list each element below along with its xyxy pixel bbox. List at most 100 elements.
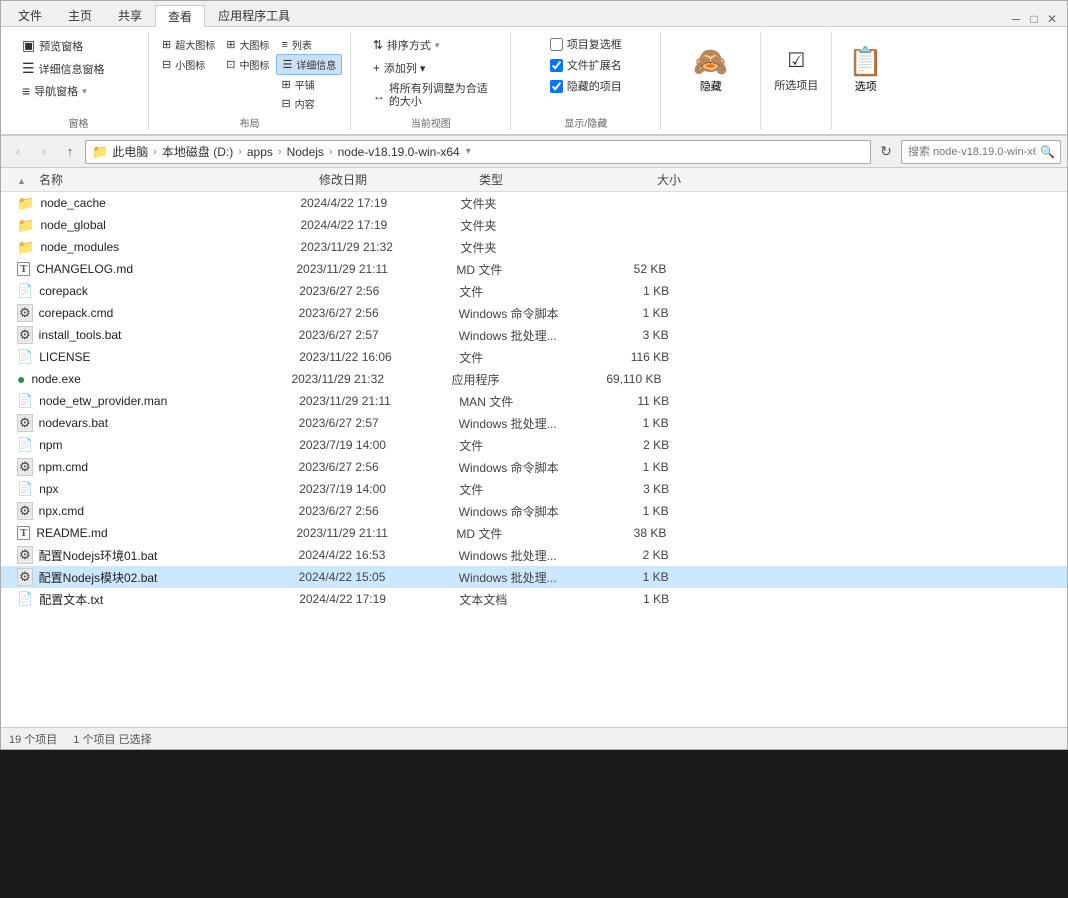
- folder-icon: 📁: [17, 195, 34, 212]
- extra-large-icon-button[interactable]: ⊞ 超大图标: [157, 35, 220, 54]
- path-current[interactable]: node-v18.19.0-win-x64: [338, 145, 460, 159]
- address-dropdown-icon[interactable]: ▾: [466, 146, 471, 157]
- file-name: node_cache: [40, 196, 300, 210]
- tiles-view-button[interactable]: ⊞ 平铺: [276, 75, 342, 94]
- item-checkboxes-checkbox[interactable]: [550, 38, 563, 51]
- hidden-items-checkbox[interactable]: [550, 80, 563, 93]
- details-pane-button[interactable]: ☰ 详细信息窗格: [17, 58, 110, 79]
- tab-share[interactable]: 共享: [105, 4, 155, 26]
- file-name: node_modules: [40, 240, 300, 254]
- add-column-button[interactable]: + 添加列 ▾: [368, 58, 431, 78]
- file-date: 2023/6/27 2:57: [299, 328, 459, 342]
- up-button[interactable]: ↑: [59, 141, 81, 163]
- file-extensions-checkbox[interactable]: [550, 59, 563, 72]
- table-row[interactable]: 📄 npm 2023/7/19 14:00 文件 2 KB: [1, 434, 1067, 456]
- file-date: 2023/7/19 14:00: [299, 482, 459, 496]
- file-type: Windows 命令脚本: [459, 459, 589, 476]
- file-size: 2 KB: [589, 438, 669, 452]
- file-size: 2 KB: [589, 548, 669, 562]
- column-headers: ▲ 名称 修改日期 类型 大小: [1, 168, 1067, 192]
- file-extensions-option[interactable]: 文件扩展名: [550, 56, 622, 74]
- file-type: 文件: [459, 481, 589, 498]
- cmd-icon: ⚙: [17, 304, 33, 322]
- hidden-items-option[interactable]: 隐藏的项目: [550, 77, 622, 95]
- list-view-icon: ≡: [281, 39, 287, 51]
- selected-items-button[interactable]: ☑ 所选项目: [769, 46, 823, 95]
- medium-icon-button[interactable]: ⊡ 中图标: [221, 55, 274, 74]
- tab-view[interactable]: 查看: [155, 5, 205, 27]
- tab-app-tools[interactable]: 应用程序工具: [205, 4, 303, 26]
- table-row[interactable]: ⚙ 配置Nodejs模块02.bat 2024/4/22 15:05 Windo…: [1, 566, 1067, 588]
- small-icon-button[interactable]: ⊟ 小图标: [157, 55, 220, 74]
- cmd-icon: ⚙: [17, 458, 33, 476]
- refresh-button[interactable]: ↻: [875, 141, 897, 163]
- options-button[interactable]: 📋 选项: [840, 44, 891, 98]
- path-drive[interactable]: 本地磁盘 (D:): [162, 143, 233, 160]
- content-view-button[interactable]: ⊟ 内容: [276, 94, 342, 113]
- list-view-button[interactable]: ≡ 列表: [276, 35, 342, 54]
- nav-pane-dropdown-icon: ▾: [82, 86, 87, 97]
- item-checkboxes-option[interactable]: 项目复选框: [550, 35, 622, 53]
- file-type: 文本文档: [459, 591, 589, 608]
- select-icon: ☑: [787, 48, 805, 73]
- large-icon-button[interactable]: ⊞ 大图标: [221, 35, 274, 54]
- layout-buttons: ⊞ 超大图标 ⊞ 大图标 ⊟ 小图标 ⊡ 中图标: [157, 31, 342, 113]
- nav-pane-button[interactable]: ≡ 导航窗格 ▾: [17, 81, 92, 101]
- table-row[interactable]: ⚙ npm.cmd 2023/6/27 2:56 Windows 命令脚本 1 …: [1, 456, 1067, 478]
- large-icon: ⊞: [226, 38, 235, 51]
- ribbon-group-options: 📋 选项: [832, 31, 899, 130]
- file-name: CHANGELOG.md: [36, 262, 296, 276]
- column-type-header[interactable]: 类型: [475, 168, 605, 191]
- sort-indicator-spacer: ▲: [17, 171, 35, 189]
- file-type: 文件夹: [460, 195, 590, 212]
- column-name-header[interactable]: 名称: [35, 168, 315, 191]
- table-row[interactable]: 📄 LICENSE 2023/11/22 16:06 文件 116 KB: [1, 346, 1067, 368]
- column-date-header[interactable]: 修改日期: [315, 168, 475, 191]
- table-row[interactable]: 📁 node_cache 2024/4/22 17:19 文件夹: [1, 192, 1067, 214]
- table-row[interactable]: T CHANGELOG.md 2023/11/29 21:11 MD 文件 52…: [1, 258, 1067, 280]
- table-row[interactable]: 📄 npx 2023/7/19 14:00 文件 3 KB: [1, 478, 1067, 500]
- folder-icon: 📁: [17, 239, 34, 256]
- hide-icon: 🙈: [693, 48, 728, 76]
- file-name: LICENSE: [39, 350, 299, 364]
- forward-button[interactable]: ›: [33, 141, 55, 163]
- file-name: node_global: [40, 218, 300, 232]
- column-size-header[interactable]: 大小: [605, 168, 685, 191]
- file-name: npx.cmd: [39, 504, 299, 518]
- fit-col-icon: ↔: [373, 89, 385, 103]
- file-date: 2023/11/29 21:11: [296, 262, 456, 276]
- maximize-button[interactable]: □: [1027, 12, 1041, 26]
- tab-file[interactable]: 文件: [5, 4, 55, 26]
- preview-pane-button[interactable]: ▣ 预览窗格: [17, 35, 88, 56]
- table-row[interactable]: 📄 配置文本.txt 2024/4/22 17:19 文本文档 1 KB: [1, 588, 1067, 610]
- search-input[interactable]: [901, 140, 1061, 164]
- folder-path-icon: 📁: [92, 144, 108, 160]
- close-button[interactable]: ✕: [1045, 12, 1059, 26]
- table-row[interactable]: 📄 node_etw_provider.man 2023/11/29 21:11…: [1, 390, 1067, 412]
- table-row[interactable]: ⚙ nodevars.bat 2023/6/27 2:57 Windows 批处…: [1, 412, 1067, 434]
- table-row[interactable]: ⚙ install_tools.bat 2023/6/27 2:57 Windo…: [1, 324, 1067, 346]
- table-row[interactable]: ⚙ corepack.cmd 2023/6/27 2:56 Windows 命令…: [1, 302, 1067, 324]
- hide-button[interactable]: 🙈 隐藏: [685, 44, 736, 98]
- tab-home[interactable]: 主页: [55, 4, 105, 26]
- file-date: 2023/6/27 2:56: [299, 504, 459, 518]
- back-button[interactable]: ‹: [7, 141, 29, 163]
- file-size: 1 KB: [589, 460, 669, 474]
- address-path[interactable]: 📁 此电脑 › 本地磁盘 (D:) › apps › Nodejs › node…: [85, 140, 871, 164]
- item-count: 19 个项目: [9, 731, 57, 747]
- table-row[interactable]: ⚙ npx.cmd 2023/6/27 2:56 Windows 命令脚本 1 …: [1, 500, 1067, 522]
- path-apps[interactable]: apps: [247, 145, 273, 159]
- table-row[interactable]: ● node.exe 2023/11/29 21:32 应用程序 69,110 …: [1, 368, 1067, 390]
- sort-by-button[interactable]: ⇅ 排序方式 ▾: [368, 35, 445, 55]
- file-size: 1 KB: [589, 570, 669, 584]
- fit-columns-button[interactable]: ↔ 将所有列调整为合适的大小: [368, 81, 494, 111]
- path-computer[interactable]: 此电脑: [112, 143, 148, 160]
- details-view-button[interactable]: ☰ 详细信息: [276, 54, 342, 75]
- table-row[interactable]: ⚙ 配置Nodejs环境01.bat 2024/4/22 16:53 Windo…: [1, 544, 1067, 566]
- table-row[interactable]: 📁 node_modules 2023/11/29 21:32 文件夹: [1, 236, 1067, 258]
- table-row[interactable]: T README.md 2023/11/29 21:11 MD 文件 38 KB: [1, 522, 1067, 544]
- path-nodejs[interactable]: Nodejs: [287, 145, 324, 159]
- table-row[interactable]: 📁 node_global 2024/4/22 17:19 文件夹: [1, 214, 1067, 236]
- table-row[interactable]: 📄 corepack 2023/6/27 2:56 文件 1 KB: [1, 280, 1067, 302]
- minimize-button[interactable]: ─: [1009, 12, 1023, 26]
